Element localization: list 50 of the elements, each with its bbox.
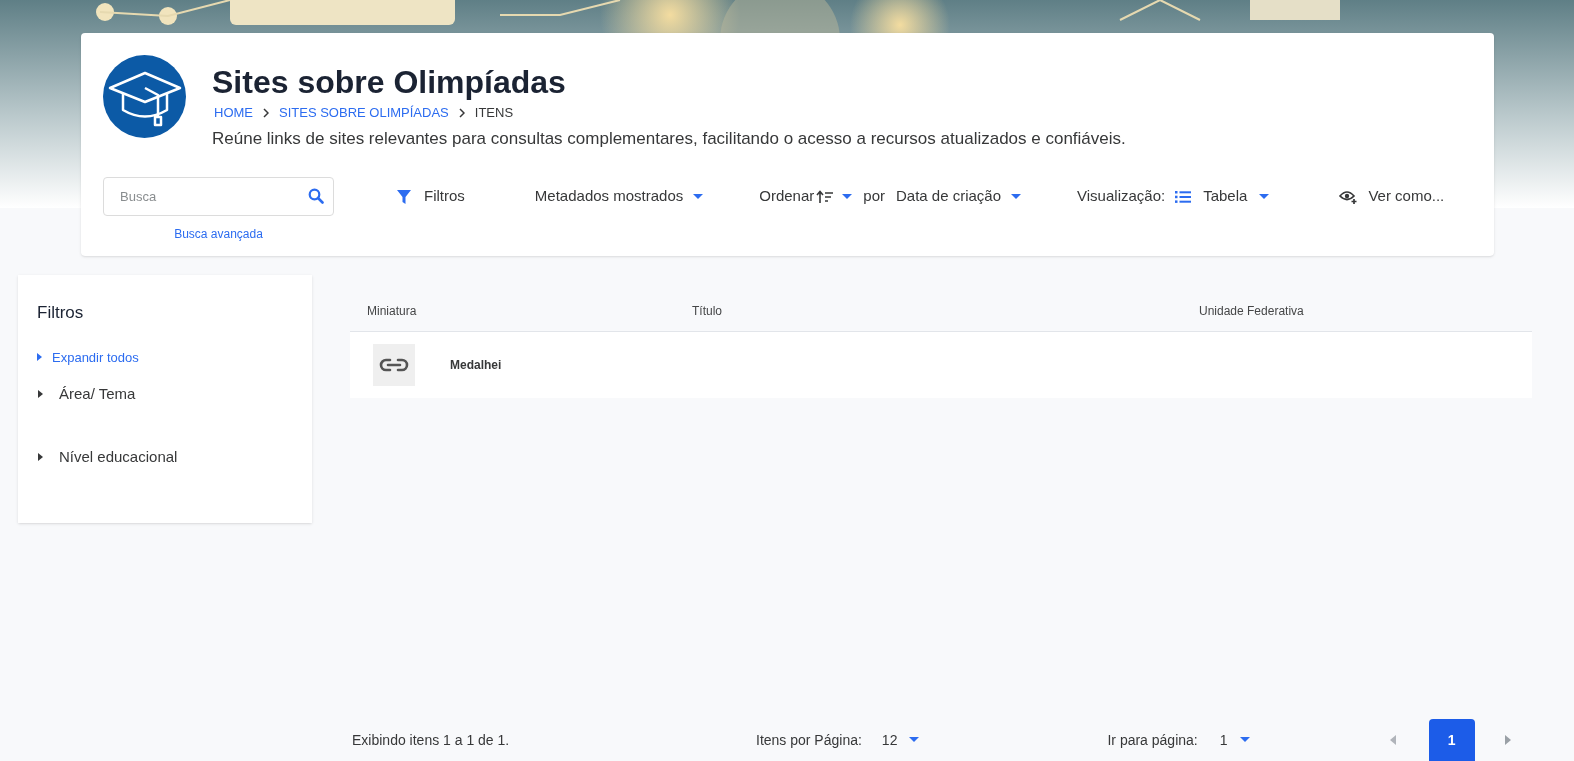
caret-icon: [842, 193, 853, 200]
caret-icon: [909, 737, 920, 743]
eye-plus-icon: [1339, 189, 1359, 204]
view-as-button[interactable]: Ver como...: [1339, 185, 1445, 208]
table-row[interactable]: Medalhei: [350, 332, 1532, 398]
chevron-right-icon: [458, 107, 465, 118]
sort-by-label: por: [863, 186, 885, 207]
go-to-page-dropdown[interactable]: 1: [1219, 729, 1250, 751]
filters-title: Filtros: [37, 302, 85, 324]
page-description: Reúne links de sites relevantes para consultas complementares, facilitando o acesso a recursos atualizados e confiáveis.: [212, 127, 1126, 150]
expand-all-link[interactable]: Expandir todos: [37, 347, 312, 367]
items-per-page-dropdown[interactable]: 12: [881, 729, 920, 751]
item-title[interactable]: Medalhei: [450, 356, 502, 374]
sort-direction-button[interactable]: [816, 189, 853, 204]
caret-left-icon: [1389, 735, 1396, 745]
go-to-page-label: Ir para página:: [1107, 730, 1198, 750]
column-header: Unidade Federativa: [1199, 302, 1305, 320]
column-header: Título: [692, 302, 723, 320]
caret-right-icon: [1504, 735, 1511, 745]
caret-icon: [1259, 193, 1270, 200]
graduation-cap-icon: [103, 55, 186, 138]
page-title: Sites sobre Olimpíadas: [212, 63, 567, 101]
filters-button[interactable]: Filtros: [396, 185, 465, 208]
items-per-page-label: Itens por Página:: [756, 730, 862, 750]
caret-icon: [693, 193, 704, 200]
sort-label: Ordenar: [759, 186, 815, 207]
page-button[interactable]: 1: [1428, 719, 1475, 761]
caret-right-icon: [37, 353, 42, 362]
breadcrumb-link[interactable]: HOME: [214, 103, 253, 123]
link-thumbnail[interactable]: [373, 344, 415, 386]
breadcrumb-link[interactable]: ITENS: [474, 103, 514, 123]
link-icon: [379, 358, 409, 372]
advanced-search-link[interactable]: Busca avançada: [174, 225, 263, 243]
sort-field-dropdown[interactable]: Data de criação: [896, 185, 1022, 208]
metadata-dropdown[interactable]: Metadados mostrados: [534, 185, 704, 208]
column-header: Miniatura: [367, 302, 418, 320]
chevron-right-icon: [263, 107, 269, 118]
view-mode-dropdown[interactable]: Tabela: [1175, 185, 1270, 208]
sort-ascending-icon: [816, 189, 835, 204]
caret-icon: [1239, 737, 1250, 743]
search-field[interactable]: Busca: [103, 177, 334, 216]
search-icon[interactable]: [308, 188, 324, 204]
caret-icon: [1011, 193, 1022, 200]
list-icon: [1175, 190, 1192, 203]
breadcrumb-link[interactable]: SITES SOBRE OLIMPÍADAS: [279, 103, 449, 123]
results-count: Exibindo itens 1 a 1 de 1.: [352, 730, 511, 750]
filter-icon: [396, 188, 412, 205]
view-label: Visualização:: [1077, 186, 1166, 207]
filter-group-toggle[interactable]: Área/ Tema: [37, 383, 312, 406]
filter-group-toggle[interactable]: Nível educacional: [37, 445, 312, 468]
